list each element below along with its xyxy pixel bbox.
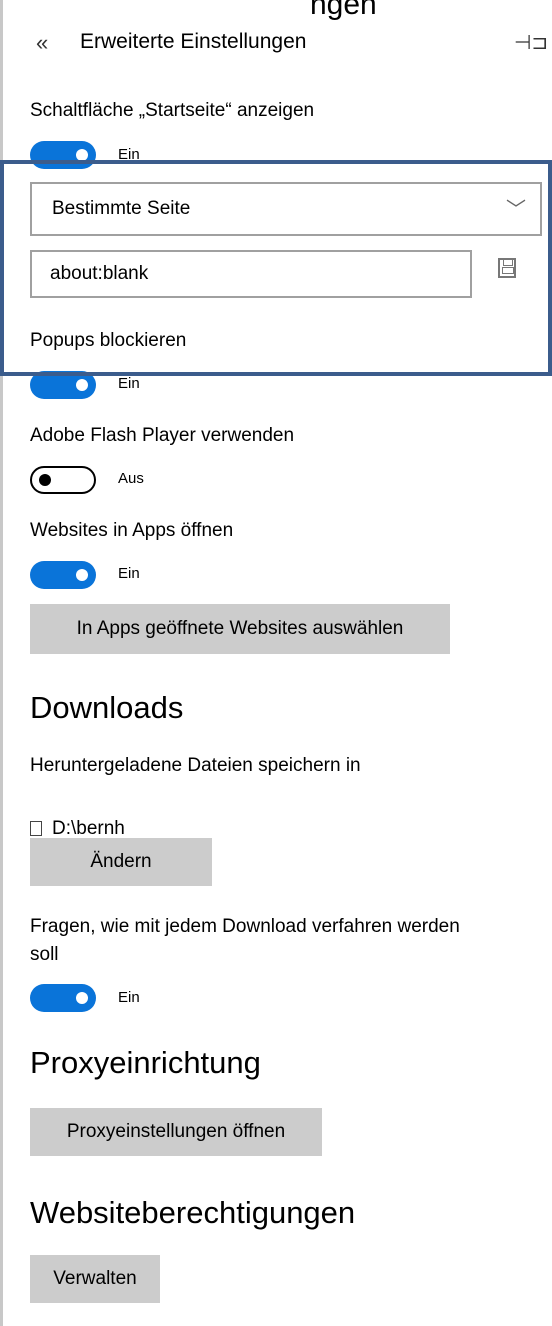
flash-toggle[interactable] xyxy=(30,466,96,494)
pin-icon[interactable]: ⊣⊐ xyxy=(514,30,548,55)
truncated-header-text: ngen xyxy=(310,0,377,21)
folder-icon xyxy=(30,821,42,836)
ask-download-label-line1: Fragen, wie mit jedem Download verfahren… xyxy=(30,916,460,937)
manage-permissions-button[interactable]: Verwalten xyxy=(30,1255,160,1303)
ask-download-label-line2: soll xyxy=(30,944,59,965)
popups-state: Ein xyxy=(118,375,140,392)
change-download-location-button[interactable]: Ändern xyxy=(30,838,212,886)
choose-app-websites-button[interactable]: In Apps geöffnete Websites auswählen xyxy=(30,604,450,654)
ask-download-toggle[interactable] xyxy=(30,984,96,1012)
panel-title: Erweiterte Einstellungen xyxy=(80,30,307,53)
home-button-label: Schaltfläche „Startseite“ anzeigen xyxy=(30,100,315,121)
flash-state: Aus xyxy=(118,470,144,487)
permissions-heading: Websiteberechtigungen xyxy=(30,1195,356,1230)
flash-label: Adobe Flash Player verwenden xyxy=(30,425,295,446)
highlight-box xyxy=(0,160,552,376)
downloads-heading: Downloads xyxy=(30,690,184,725)
back-chevrons-icon[interactable]: « xyxy=(36,30,48,56)
download-location-label: Heruntergeladene Dateien speichern in xyxy=(30,755,361,776)
download-path: D:\bernh xyxy=(52,818,125,839)
apps-toggle[interactable] xyxy=(30,561,96,589)
proxy-heading: Proxyeinrichtung xyxy=(30,1045,261,1080)
open-proxy-settings-button[interactable]: Proxyeinstellungen öffnen xyxy=(30,1108,322,1156)
apps-label: Websites in Apps öffnen xyxy=(30,520,234,541)
ask-download-state: Ein xyxy=(118,989,140,1006)
apps-state: Ein xyxy=(118,565,140,582)
